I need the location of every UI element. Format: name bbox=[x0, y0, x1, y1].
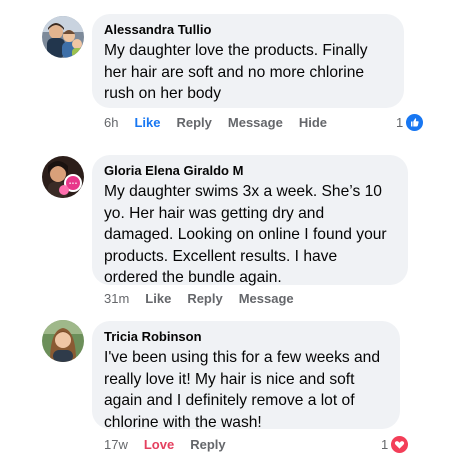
love-button[interactable]: Love bbox=[144, 437, 174, 452]
message-button[interactable]: Message bbox=[239, 291, 294, 306]
reaction-count: 1 bbox=[396, 114, 404, 130]
reaction-count: 1 bbox=[381, 436, 389, 452]
like-icon bbox=[405, 112, 425, 132]
comment-timestamp[interactable]: 17w bbox=[104, 437, 128, 452]
comment-text: My daughter swims 3x a week. She’s 10 yo… bbox=[104, 183, 387, 286]
comment-bubble: Gloria Elena Giraldo M My daughter swims… bbox=[92, 155, 408, 286]
comment-text: My daughter love the products. Finally h… bbox=[104, 42, 368, 102]
comment-text: I've been using this for a few weeks and… bbox=[104, 349, 381, 431]
comment-actions: 17w Love Reply bbox=[104, 434, 242, 454]
like-button[interactable]: Like bbox=[134, 115, 160, 130]
reply-button[interactable]: Reply bbox=[190, 437, 225, 452]
reaction-summary[interactable]: 1 bbox=[396, 112, 425, 132]
comment-author[interactable]: Alessandra Tullio bbox=[104, 22, 390, 38]
comment-actions: 31m Like Reply Message bbox=[104, 288, 310, 308]
reaction-summary[interactable]: 1 bbox=[381, 434, 410, 454]
comment-author[interactable]: Tricia Robinson bbox=[104, 329, 386, 345]
reply-button[interactable]: Reply bbox=[176, 115, 211, 130]
comment-bubble: Alessandra Tullio My daughter love the p… bbox=[92, 14, 404, 108]
comment-bubble: Tricia Robinson I've been using this for… bbox=[92, 321, 400, 431]
comment-actions: 6h Like Reply Message Hide bbox=[104, 112, 343, 132]
avatar[interactable]: ••• bbox=[42, 156, 84, 198]
avatar[interactable] bbox=[42, 16, 84, 58]
svg-text:•••: ••• bbox=[69, 181, 78, 187]
like-button[interactable]: Like bbox=[145, 291, 171, 306]
reply-button[interactable]: Reply bbox=[187, 291, 222, 306]
message-button[interactable]: Message bbox=[228, 115, 283, 130]
avatar[interactable] bbox=[42, 320, 84, 362]
love-icon bbox=[390, 434, 410, 454]
hide-button[interactable]: Hide bbox=[299, 115, 327, 130]
comment-timestamp[interactable]: 31m bbox=[104, 291, 129, 306]
comment-timestamp[interactable]: 6h bbox=[104, 115, 118, 130]
comment-author[interactable]: Gloria Elena Giraldo M bbox=[104, 163, 394, 179]
